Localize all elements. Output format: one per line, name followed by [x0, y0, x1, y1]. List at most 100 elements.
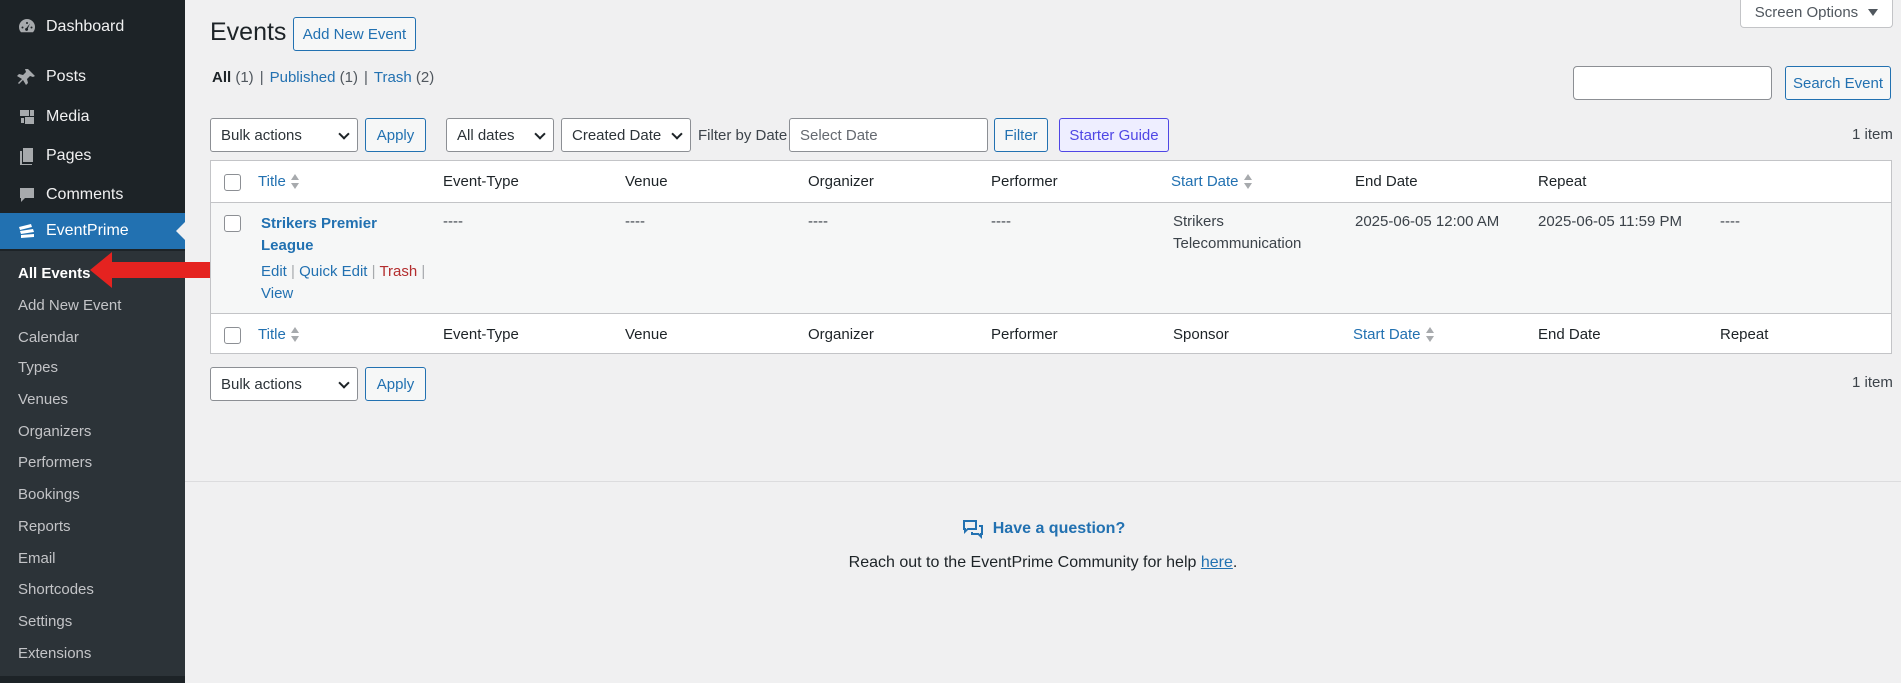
sidebar-item-comments[interactable]: Comments — [0, 177, 185, 213]
dashboard-icon — [16, 16, 38, 38]
sidebar-item-media[interactable]: Media — [0, 99, 185, 135]
screen-options-button[interactable]: Screen Options — [1740, 0, 1893, 28]
add-new-event-button[interactable]: Add New Event — [293, 17, 416, 51]
media-icon — [16, 106, 38, 128]
column-title-header[interactable]: Title — [258, 173, 300, 190]
sort-icon — [290, 327, 300, 343]
cell-start-date: 2025-06-05 12:00 AM — [1355, 213, 1500, 230]
search-event-button[interactable]: Search Event — [1785, 66, 1891, 100]
sidebar-item-dashboard[interactable]: Dashboard — [0, 9, 185, 45]
column-performer-header: Performer — [991, 173, 1058, 190]
help-text: Reach out to the EventPrime Community fo… — [848, 554, 1238, 571]
column-organizer-footer: Organizer — [808, 326, 874, 343]
submenu-settings[interactable]: Settings — [18, 613, 72, 630]
view-filters: All (1) | Published (1) | Trash (2) — [212, 69, 435, 86]
submenu-all-events[interactable]: All Events — [18, 265, 91, 282]
submenu-extensions[interactable]: Extensions — [18, 645, 91, 662]
cell-event-type: ---- — [443, 213, 463, 230]
column-end-date-footer: End Date — [1538, 326, 1601, 343]
sort-icon — [1243, 174, 1253, 190]
cell-performer: ---- — [991, 213, 1011, 230]
pages-icon — [16, 145, 38, 167]
cell-repeat: ---- — [1720, 213, 1740, 230]
column-repeat-header: Repeat — [1538, 173, 1587, 190]
search-input[interactable] — [1573, 66, 1772, 100]
quick-edit-link[interactable]: Quick Edit — [299, 263, 367, 280]
column-event-type-footer: Event-Type — [443, 326, 519, 343]
caret-down-icon — [1868, 9, 1879, 16]
submenu-organizers[interactable]: Organizers — [18, 423, 91, 440]
column-title-footer[interactable]: Title — [258, 326, 300, 343]
sidebar-item-pages[interactable]: Pages — [0, 138, 185, 174]
select-all-checkbox-bottom[interactable] — [224, 327, 241, 344]
admin-sidebar: Dashboard Posts Media Pages Comments Eve… — [0, 0, 185, 683]
column-repeat-footer: Repeat — [1720, 326, 1769, 343]
chevron-down-icon — [671, 128, 683, 140]
bulk-actions-select-top[interactable]: Bulk actions — [210, 118, 358, 152]
help-here-link[interactable]: here — [1201, 554, 1233, 571]
column-event-type-header: Event-Type — [443, 173, 519, 190]
screen-options-label: Screen Options — [1754, 4, 1859, 21]
chevron-down-icon — [338, 377, 350, 389]
submenu-venues[interactable]: Venues — [18, 391, 68, 408]
submenu-shortcodes[interactable]: Shortcodes — [18, 581, 94, 598]
column-start-date-footer[interactable]: Start Date — [1353, 326, 1435, 343]
eventprime-submenu: All Events Add New Event Calendar Types … — [0, 251, 185, 676]
view-published-link[interactable]: Published (1) — [270, 69, 358, 86]
apply-button-top[interactable]: Apply — [365, 118, 426, 152]
event-title-link[interactable]: Strikers Premier League — [261, 213, 411, 257]
cell-sponsor: Strikers Telecommunication — [1173, 213, 1302, 252]
view-link[interactable]: View — [261, 285, 293, 302]
item-count-bottom: 1 item — [1852, 374, 1893, 391]
select-all-checkbox-top[interactable] — [224, 174, 241, 191]
submenu-email[interactable]: Email — [18, 550, 56, 567]
select-date-input[interactable]: Select Date — [789, 118, 988, 152]
column-end-date-header: End Date — [1355, 173, 1418, 190]
comments-icon — [16, 184, 38, 206]
submenu-calendar[interactable]: Calendar — [18, 329, 79, 346]
footer-divider — [185, 481, 1901, 482]
row-actions: Edit | Quick Edit | Trash | View — [261, 263, 426, 302]
chevron-down-icon — [338, 128, 350, 140]
apply-button-bottom[interactable]: Apply — [365, 367, 426, 401]
submenu-bookings[interactable]: Bookings — [18, 486, 80, 503]
sidebar-item-label: Posts — [46, 68, 87, 85]
cell-organizer: ---- — [808, 213, 828, 230]
sidebar-item-label: Dashboard — [46, 18, 125, 35]
sidebar-item-posts[interactable]: Posts — [0, 59, 185, 95]
sidebar-item-label: EventPrime — [46, 222, 129, 239]
sidebar-item-label: Pages — [46, 147, 92, 164]
sort-icon — [290, 174, 300, 190]
column-venue-footer: Venue — [625, 326, 668, 343]
created-date-select[interactable]: Created Date — [561, 118, 691, 152]
column-venue-header: Venue — [625, 173, 668, 190]
sort-icon — [1425, 327, 1435, 343]
bulk-actions-select-bottom[interactable]: Bulk actions — [210, 367, 358, 401]
edit-link[interactable]: Edit — [261, 263, 287, 280]
filter-button[interactable]: Filter — [994, 118, 1048, 152]
view-trash-link[interactable]: Trash (2) — [374, 69, 434, 86]
trash-link[interactable]: Trash — [379, 263, 417, 280]
view-all-link[interactable]: All (1) — [212, 69, 254, 86]
page-title: Events — [210, 18, 287, 46]
eventprime-icon — [16, 220, 38, 242]
cell-venue: ---- — [625, 213, 645, 230]
help-section: Have a question? Reach out to the EventP… — [185, 518, 1901, 572]
submenu-performers[interactable]: Performers — [18, 454, 92, 471]
row-checkbox[interactable] — [224, 215, 241, 232]
events-table: Title Event-Type Venue Organizer Perform… — [210, 160, 1892, 354]
pin-icon — [16, 66, 38, 88]
column-start-date-header[interactable]: Start Date — [1171, 173, 1253, 190]
submenu-add-new-event[interactable]: Add New Event — [18, 297, 121, 314]
column-sponsor-footer: Sponsor — [1173, 326, 1229, 343]
filter-by-date-label: Filter by Date — [698, 127, 788, 144]
submenu-types[interactable]: Types — [18, 359, 58, 376]
help-title: Have a question? — [961, 518, 1125, 540]
all-dates-select[interactable]: All dates — [446, 118, 554, 152]
starter-guide-button[interactable]: Starter Guide — [1059, 118, 1169, 152]
chat-bubbles-icon — [962, 520, 983, 539]
submenu-reports[interactable]: Reports — [18, 518, 71, 535]
column-organizer-header: Organizer — [808, 173, 874, 190]
sidebar-item-eventprime[interactable]: EventPrime — [0, 213, 185, 249]
sidebar-item-label: Comments — [46, 186, 124, 203]
